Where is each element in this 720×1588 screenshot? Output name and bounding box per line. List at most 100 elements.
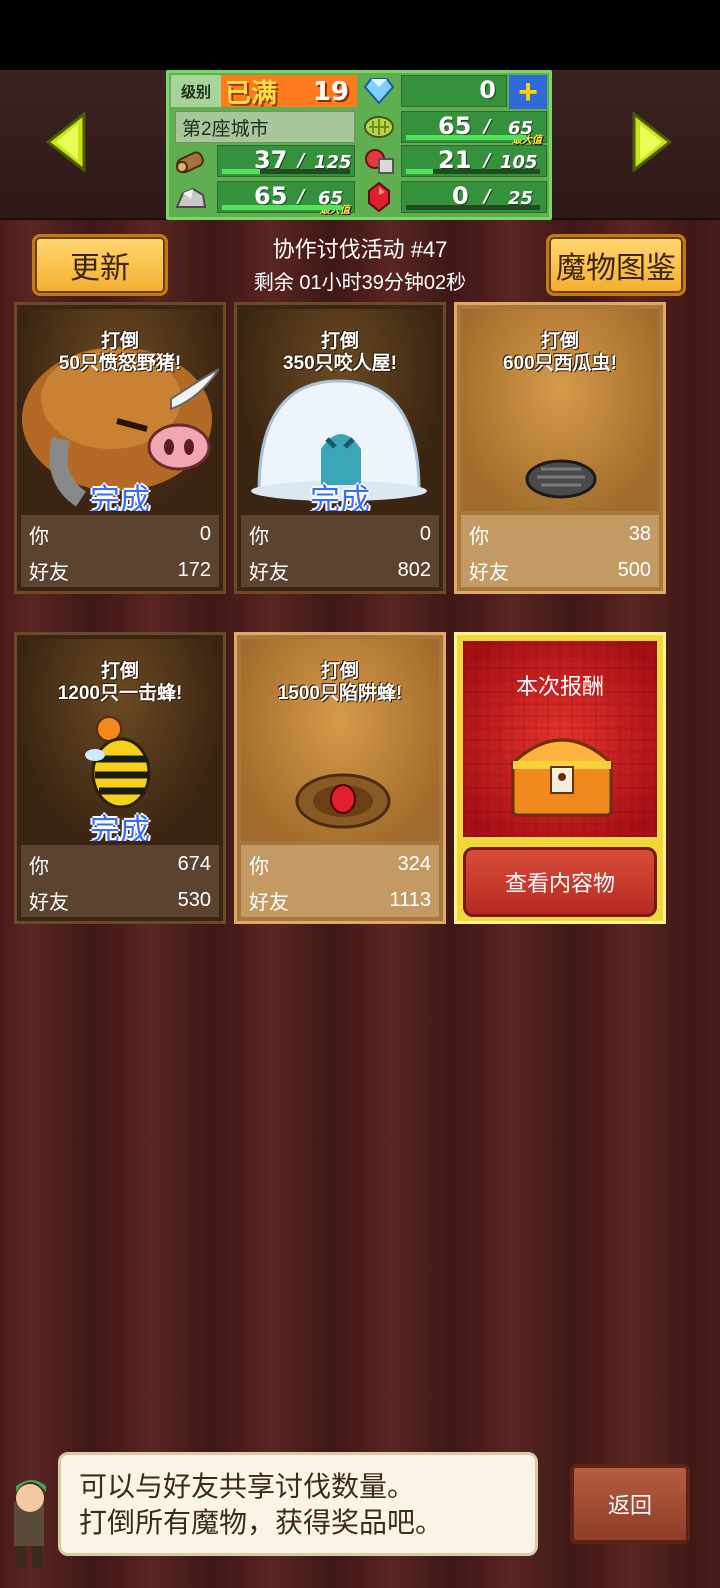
city-name: 第2座城市 — [175, 111, 355, 143]
you-count: 0 — [199, 522, 211, 545]
you-count: 674 — [177, 852, 211, 875]
guide-avatar-icon — [0, 1472, 60, 1572]
ore-bar — [222, 205, 342, 210]
reward-card: 本次报酬 查看内容物 — [454, 632, 666, 924]
completed-badge: 完成 — [90, 814, 150, 841]
friends-row: 好友 1113 — [249, 885, 431, 915]
friends-label: 好友 — [249, 561, 289, 584]
you-label: 你 — [29, 525, 49, 548]
you-row: 你0 — [29, 519, 211, 549]
progress-rows: 你 324 好友 1113 — [241, 845, 439, 917]
monster-art: 打倒 350只咬人屋! 完成 — [241, 309, 439, 511]
you-label: 你 — [249, 855, 269, 878]
gem-counter: 0 — [401, 75, 507, 107]
reward-title: 本次报酬 — [515, 674, 604, 699]
completed-badge: 完成 — [90, 484, 150, 511]
dialog-line-1: 可以与好友共享讨伐数量。 — [79, 1471, 416, 1502]
you-count: 0 — [419, 522, 431, 545]
level-badge: 已满 19 — [221, 75, 357, 109]
event-timer: 剩余 01小时39分钟02秒 — [253, 272, 467, 294]
dialog-bar: 可以与好友共享讨伐数量。 打倒所有魔物，获得奖品吧。 返回 — [0, 1452, 720, 1588]
treasure-chest-icon — [509, 738, 615, 817]
view-contents-button[interactable]: 查看内容物 — [463, 847, 657, 917]
monster-art: 打倒 1200只一击蜂! 完成 — [21, 639, 219, 841]
ore-icon — [173, 181, 209, 213]
you-label: 你 — [29, 855, 49, 878]
dialog-bubble: 可以与好友共享讨伐数量。 打倒所有魔物，获得奖品吧。 — [58, 1452, 538, 1556]
grass-bar — [406, 135, 526, 140]
food-icon — [361, 145, 397, 177]
event-title: 协作讨伐活动 #47 — [272, 237, 448, 262]
level-label: 级别 — [171, 75, 221, 107]
wood-separator: / — [298, 150, 305, 171]
event-panel: 更新 协作讨伐活动 #47 剩余 01小时39分钟02秒 魔物图鉴 打倒 50只… — [0, 220, 720, 1588]
monster-art: 打倒 600只西瓜虫! — [461, 309, 659, 511]
ruby-bar — [406, 205, 540, 210]
friends-count: 1113 — [389, 888, 431, 911]
grass-counter: 65 / 65 最大值 — [401, 111, 547, 146]
plus-icon: + — [518, 73, 538, 111]
you-count: 38 — [628, 522, 651, 545]
progress-rows: 你 674 好友 530 — [21, 845, 219, 917]
friends-label: 好友 — [469, 561, 509, 584]
ruby-icon — [361, 181, 397, 213]
friends-label: 好友 — [249, 891, 289, 914]
friends-row: 好友 530 — [29, 885, 211, 915]
mission-card[interactable]: 打倒 350只咬人屋! 完成 你0 好友 802 — [234, 302, 446, 594]
you-row: 你 324 — [249, 849, 431, 879]
progress-rows: 你 38 好友 500 — [461, 515, 659, 587]
friends-count: 172 — [177, 558, 211, 581]
mission-task: 打倒 50只愤怒野猪! — [58, 331, 182, 374]
food-bar — [406, 169, 540, 174]
prev-city-arrow-icon[interactable] — [44, 110, 88, 174]
wood-icon — [173, 145, 209, 177]
friends-row: 好友 172 — [29, 555, 211, 585]
friends-row: 好友 500 — [469, 555, 651, 585]
you-label: 你 — [469, 525, 489, 548]
resource-hud: 级别 已满 19 0 + 第2座城市 65 / 65 最大值 37 / 125 … — [166, 70, 552, 220]
status-bar — [0, 0, 720, 70]
ore-counter: 65 / 65 最大值 — [217, 181, 355, 216]
friends-count: 500 — [617, 558, 651, 581]
reward-panel: 本次报酬 — [463, 641, 657, 837]
you-row: 你0 — [249, 519, 431, 549]
you-row: 你 38 — [469, 519, 651, 549]
level-max-text: 已满 — [225, 78, 278, 109]
food-counter: 21 / 105 — [401, 145, 547, 177]
mission-task: 打倒 350只咬人屋! — [282, 331, 398, 374]
grass-icon — [361, 111, 397, 143]
you-label: 你 — [249, 525, 269, 548]
friends-row: 好友 802 — [249, 555, 431, 585]
level-value: 19 — [312, 77, 349, 107]
monster-atlas-button[interactable]: 魔物图鉴 — [546, 234, 686, 296]
mission-task: 打倒 1200只一击蜂! — [57, 661, 183, 704]
monster-art: 打倒 1500只陷阱蜂! — [241, 639, 439, 841]
game-screen: 级别 已满 19 0 + 第2座城市 65 / 65 最大值 37 / 125 … — [0, 0, 720, 1588]
ore-separator: / — [298, 186, 305, 207]
ruby-counter: 0 / 25 — [401, 181, 547, 213]
dialog-line-2: 打倒所有魔物，获得奖品吧。 — [79, 1507, 444, 1538]
you-count: 324 — [397, 852, 431, 875]
diamond-icon — [361, 75, 397, 107]
back-button[interactable]: 返回 — [570, 1464, 690, 1544]
mission-card[interactable]: 打倒 50只愤怒野猪! 完成 你0 好友 172 — [14, 302, 226, 594]
mission-card[interactable]: 打倒 600只西瓜虫! 你 38 好友 500 — [454, 302, 666, 594]
food-separator: / — [484, 150, 491, 171]
friends-label: 好友 — [29, 891, 69, 914]
monster-art: 打倒 50只愤怒野猪! 完成 — [21, 309, 219, 511]
buy-gems-button[interactable]: + — [509, 75, 547, 109]
mission-card[interactable]: 打倒 1500只陷阱蜂! 你 324 好友 1113 — [234, 632, 446, 924]
friends-count: 802 — [397, 558, 431, 581]
refresh-button[interactable]: 更新 — [32, 234, 168, 296]
wood-bar — [222, 169, 350, 174]
mission-card[interactable]: 打倒 1200只一击蜂! 完成 你 674 好友 530 — [14, 632, 226, 924]
mission-task: 打倒 600只西瓜虫! — [502, 331, 618, 374]
you-row: 你 674 — [29, 849, 211, 879]
friends-label: 好友 — [29, 561, 69, 584]
progress-rows: 你0 好友 172 — [21, 515, 219, 587]
next-city-arrow-icon[interactable] — [630, 110, 674, 174]
ruby-separator: / — [484, 186, 491, 207]
grass-separator: / — [484, 116, 491, 137]
mission-task: 打倒 1500只陷阱蜂! — [277, 661, 403, 704]
completed-badge: 完成 — [310, 484, 370, 511]
